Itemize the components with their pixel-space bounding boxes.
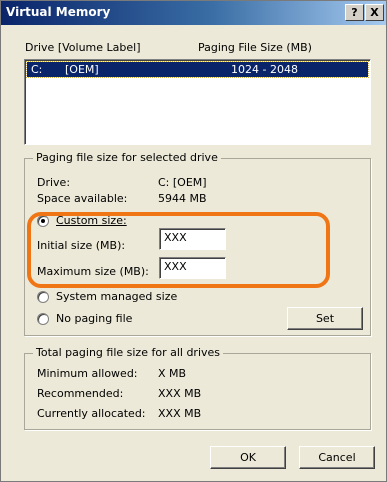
currently-allocated-value: XXX MB bbox=[158, 407, 202, 420]
minimum-allowed-label: Minimum allowed: bbox=[37, 367, 138, 380]
paging-size-column-header: Paging File Size (MB) bbox=[198, 41, 312, 54]
highlight-outline bbox=[27, 212, 330, 288]
window-title: Virtual Memory bbox=[6, 5, 111, 19]
drive-row-c[interactable]: C: [OEM] 1024 - 2048 bbox=[26, 61, 369, 78]
recommended-value: XXX MB bbox=[158, 387, 202, 400]
system-managed-radio[interactable] bbox=[37, 291, 49, 303]
no-paging-file-radio[interactable] bbox=[37, 313, 49, 325]
drive-column-header: Drive [Volume Label] bbox=[25, 41, 141, 54]
space-available-label: Space available: bbox=[37, 192, 128, 205]
set-button[interactable]: Set bbox=[287, 307, 363, 330]
recommended-label: Recommended: bbox=[37, 387, 124, 400]
virtual-memory-dialog: Virtual Memory ? X Drive [Volume Label] … bbox=[0, 0, 387, 482]
minimum-allowed-value: X MB bbox=[158, 367, 187, 380]
ok-button[interactable]: OK bbox=[210, 446, 286, 469]
drive-paging-size: 1024 - 2048 bbox=[231, 63, 298, 76]
no-paging-file-label: No paging file bbox=[56, 312, 133, 325]
drive-value: C: [OEM] bbox=[158, 176, 207, 189]
drive-letter: C: bbox=[31, 63, 43, 76]
title-bar[interactable]: Virtual Memory ? X bbox=[1, 1, 386, 25]
system-managed-label: System managed size bbox=[56, 290, 178, 303]
selected-drive-group-caption: Paging file size for selected drive bbox=[33, 151, 221, 164]
total-paging-group-caption: Total paging file size for all drives bbox=[33, 346, 224, 359]
close-button[interactable]: X bbox=[365, 4, 384, 21]
help-button[interactable]: ? bbox=[345, 4, 364, 21]
drive-list[interactable]: C: [OEM] 1024 - 2048 bbox=[24, 59, 371, 145]
space-available-value: 5944 MB bbox=[158, 192, 207, 205]
drive-label: Drive: bbox=[37, 176, 71, 189]
currently-allocated-label: Currently allocated: bbox=[37, 407, 146, 420]
cancel-button[interactable]: Cancel bbox=[299, 446, 375, 469]
drive-volume-label: [OEM] bbox=[65, 63, 99, 76]
